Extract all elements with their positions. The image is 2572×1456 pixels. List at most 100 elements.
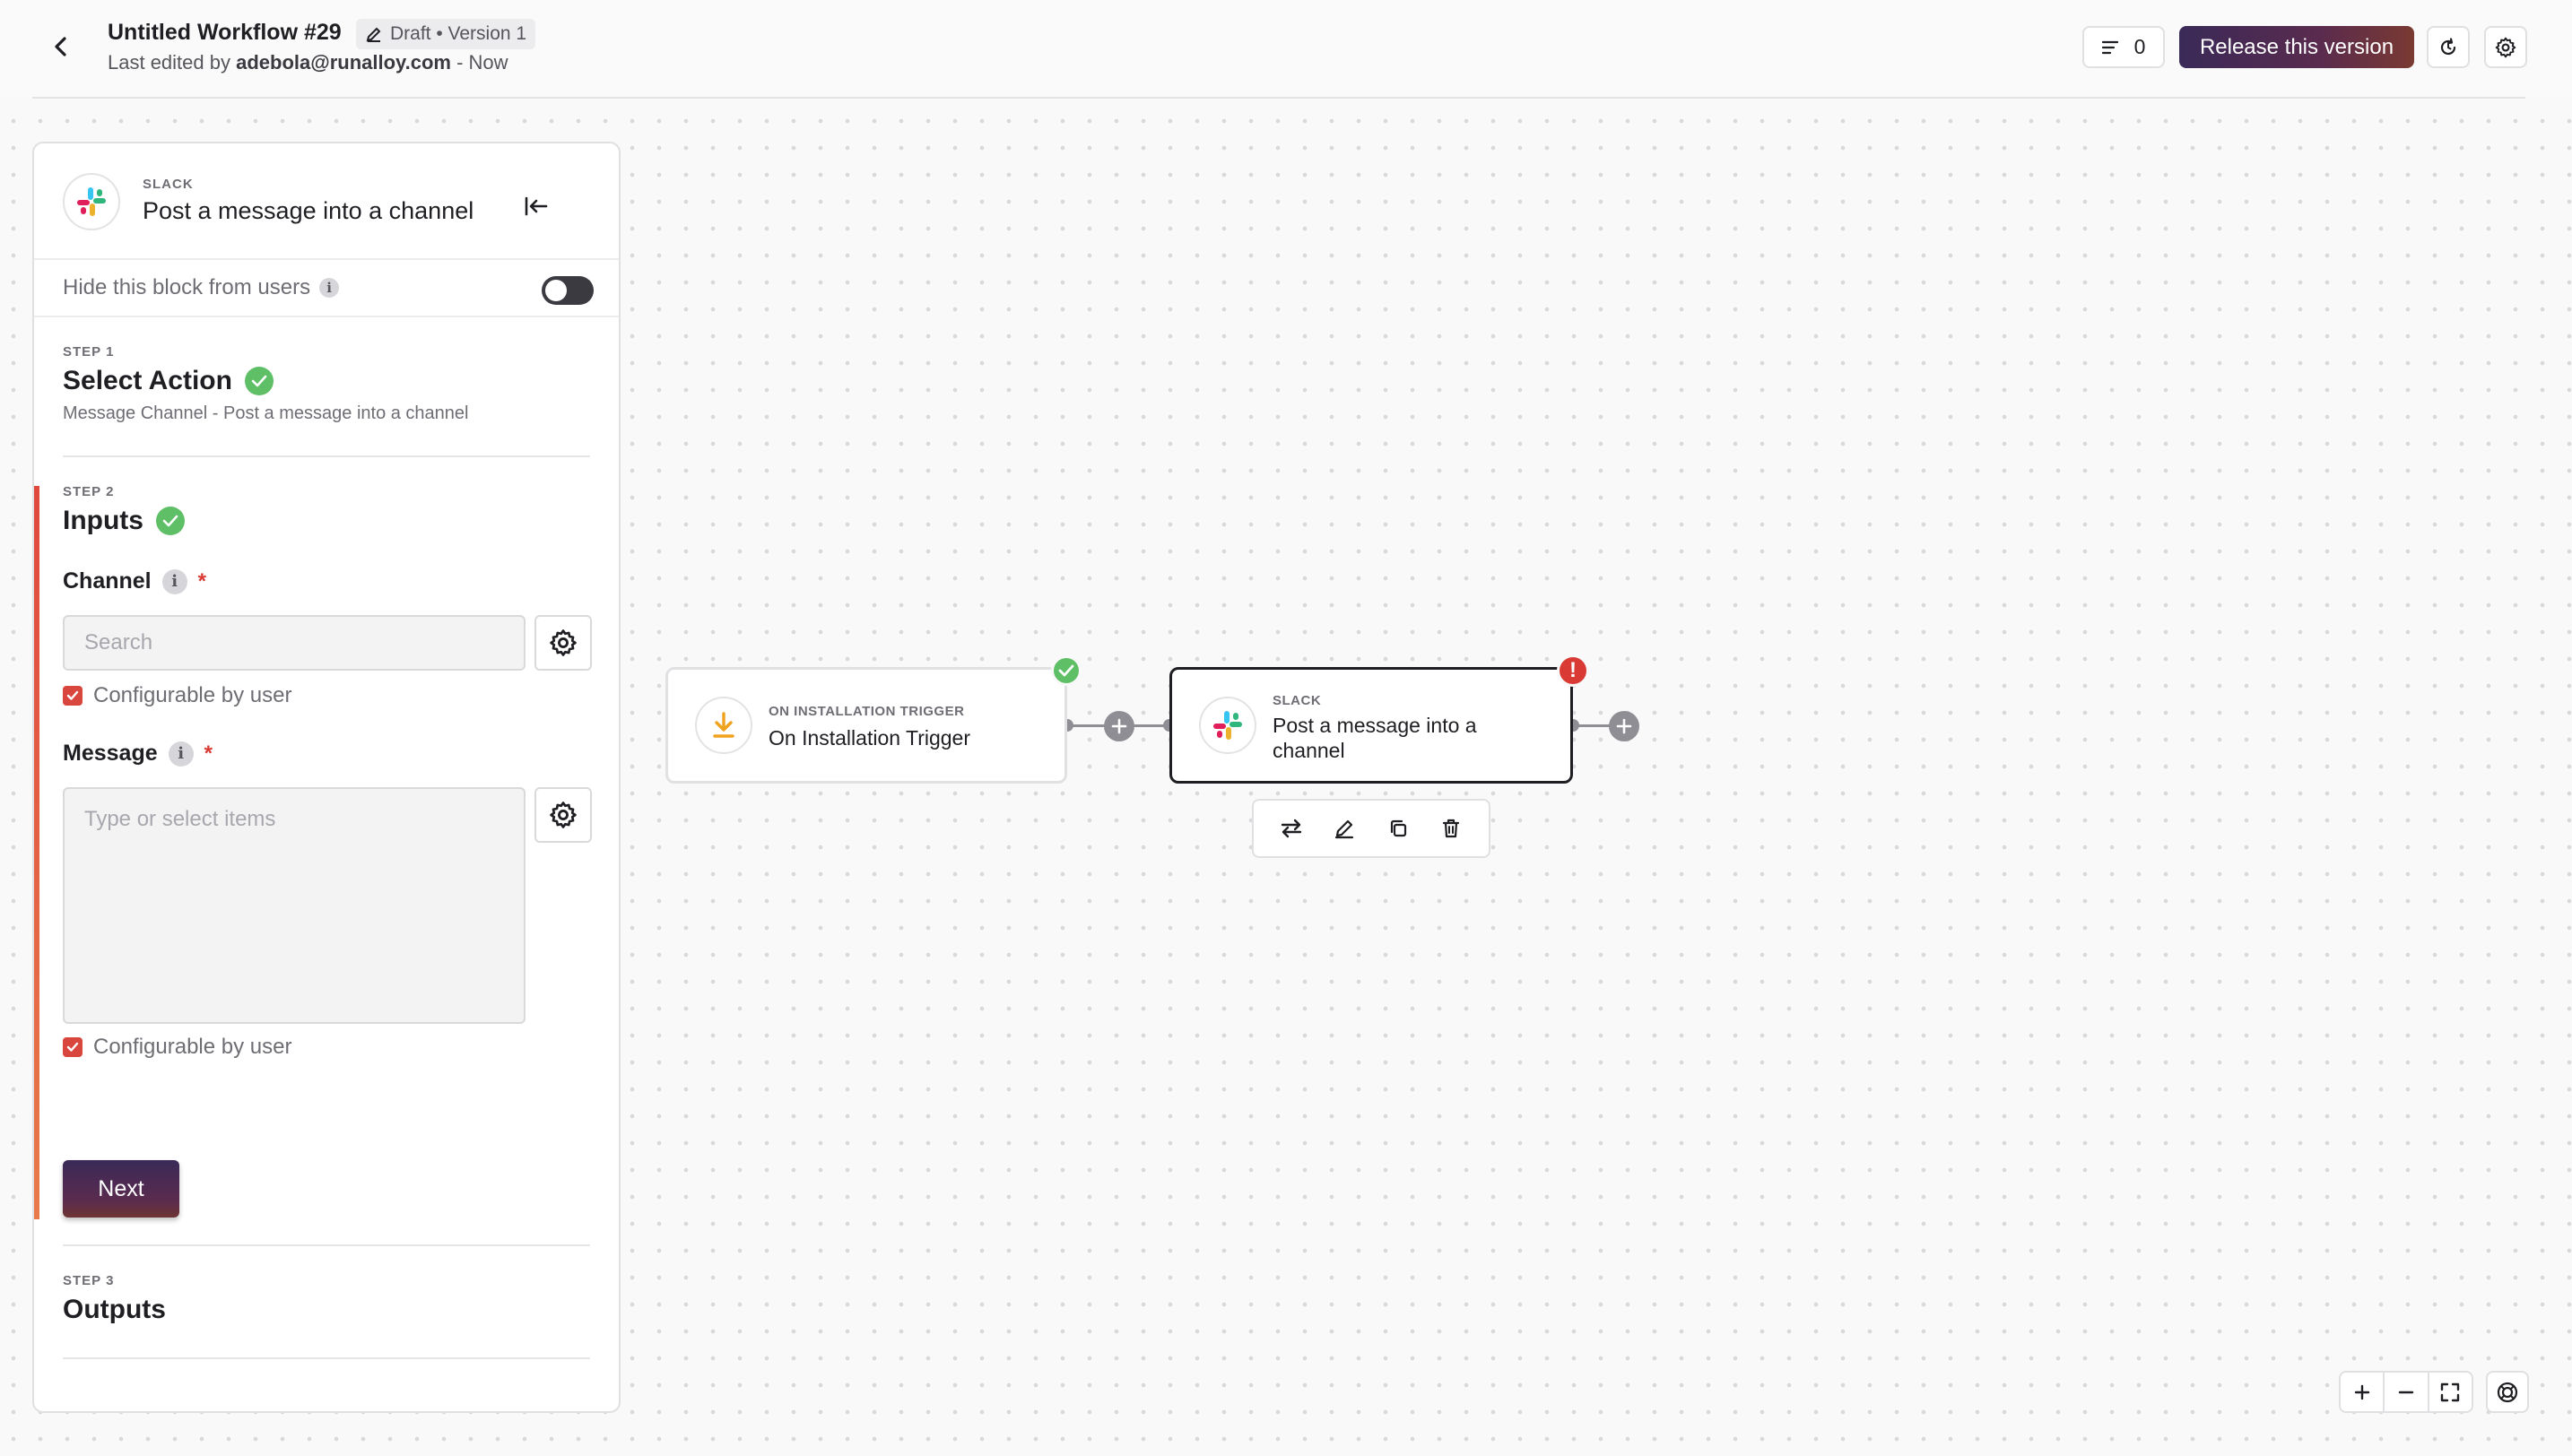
info-icon[interactable]: i [168, 741, 194, 767]
step3-title[interactable]: Outputs [63, 1295, 166, 1325]
block-config-panel: SLACK Post a message into a channel Hide… [32, 142, 621, 1413]
panel-title: Post a message into a channel [143, 197, 474, 224]
zoom-in-button[interactable] [2341, 1373, 2385, 1411]
collapse-left-icon [525, 196, 548, 216]
trigger-node-app: ON INSTALLATION TRIGGER [769, 704, 965, 719]
check-icon [244, 367, 274, 395]
hide-block-label: Hide this block from users i [63, 275, 340, 300]
delete-node-button[interactable] [1433, 810, 1469, 846]
slack-node-name-line2: channel [1273, 739, 1345, 762]
collapse-panel-button[interactable] [518, 188, 554, 224]
pencil-icon [366, 27, 381, 42]
last-edited-user: adebola@runalloy.com [236, 51, 451, 74]
swap-icon [1281, 819, 1301, 838]
center-view-button[interactable] [2486, 1371, 2529, 1413]
add-step-button[interactable] [1104, 711, 1134, 741]
channel-settings-button[interactable] [534, 615, 592, 671]
header-divider [32, 97, 2525, 99]
step2-label: STEP 2 [63, 484, 115, 499]
slack-icon [77, 187, 106, 216]
settings-button[interactable] [2484, 26, 2527, 68]
channel-search-input[interactable] [63, 615, 526, 671]
channel-label-text: Channel [63, 568, 152, 594]
step1-subtitle: Message Channel - Post a message into a … [63, 403, 469, 423]
trigger-node[interactable]: ON INSTALLATION TRIGGER On Installation … [665, 667, 1067, 784]
release-version-button[interactable]: Release this version [2179, 26, 2414, 68]
step1-label: STEP 1 [63, 344, 115, 360]
channel-configurable-row[interactable]: Configurable by user [63, 683, 291, 708]
plus-icon [1616, 718, 1632, 734]
hide-block-row: Hide this block from users i [34, 260, 619, 317]
duplicate-node-button[interactable] [1380, 810, 1416, 846]
step-divider [63, 1244, 590, 1246]
gear-icon [550, 802, 577, 828]
history-button[interactable] [2427, 26, 2470, 68]
message-input[interactable] [63, 787, 526, 1024]
back-button[interactable] [43, 29, 79, 65]
error-status-icon: ! [1557, 654, 1589, 687]
success-status-icon [1051, 655, 1082, 686]
slack-logo [1199, 697, 1256, 754]
slack-node-app: SLACK [1273, 693, 1322, 708]
swap-node-button[interactable] [1273, 810, 1309, 846]
active-step-accent [34, 486, 39, 1219]
step3-title-text: Outputs [63, 1295, 166, 1324]
hide-block-toggle[interactable] [542, 276, 594, 305]
top-header: Untitled Workflow #29 Draft • Version 1 … [0, 0, 2572, 97]
node-toolbar [1252, 799, 1490, 858]
step-divider [63, 455, 590, 457]
edit-node-button[interactable] [1326, 810, 1362, 846]
issues-list-button[interactable]: 0 [2082, 26, 2165, 68]
info-icon[interactable]: i [319, 278, 340, 298]
plus-icon [1111, 718, 1127, 734]
message-configurable-label: Configurable by user [93, 1035, 292, 1059]
last-edited-suffix: - Now [456, 51, 508, 74]
plus-icon [2354, 1384, 2369, 1400]
required-marker: * [204, 741, 213, 766]
channel-configurable-checkbox[interactable] [63, 686, 83, 706]
slack-node[interactable]: SLACK Post a message into a channel [1169, 667, 1573, 784]
trigger-node-name: On Installation Trigger [769, 726, 971, 750]
step1-title[interactable]: Select Action [63, 366, 274, 396]
copy-icon [1390, 819, 1406, 837]
pencil-icon [1335, 819, 1354, 839]
draft-badge-text: Draft • Version 1 [390, 23, 527, 44]
history-icon [2440, 37, 2456, 55]
slack-node-name-line1: Post a message into a [1273, 714, 1477, 737]
trash-icon [1443, 819, 1460, 838]
step2-title-text: Inputs [63, 506, 143, 535]
step3-label: STEP 3 [63, 1273, 115, 1288]
zoom-out-button[interactable] [2385, 1373, 2429, 1411]
issues-count: 0 [2133, 35, 2146, 58]
gear-icon [550, 629, 577, 656]
check-icon [156, 507, 185, 535]
workflow-title[interactable]: Untitled Workflow #29 [108, 20, 342, 46]
slack-icon [1213, 711, 1242, 740]
draft-version-badge[interactable]: Draft • Version 1 [356, 19, 536, 49]
last-edited: Last edited by adebola@runalloy.com - No… [108, 51, 508, 74]
list-icon [2101, 40, 2118, 54]
gear-icon [2495, 37, 2516, 57]
required-marker: * [197, 568, 206, 594]
chevron-left-icon [55, 37, 66, 56]
panel-app-name: SLACK [143, 177, 194, 192]
info-icon[interactable]: i [161, 568, 187, 594]
download-icon [695, 697, 752, 754]
add-step-button[interactable] [1609, 711, 1639, 741]
message-settings-button[interactable] [534, 787, 592, 843]
next-button[interactable]: Next [63, 1160, 179, 1218]
message-configurable-row[interactable]: Configurable by user [63, 1035, 291, 1060]
step2-title[interactable]: Inputs [63, 506, 185, 536]
step-divider [63, 1357, 590, 1359]
fullscreen-button[interactable] [2429, 1373, 2472, 1411]
message-label: Message i * [63, 741, 213, 767]
channel-configurable-label: Configurable by user [93, 683, 292, 707]
zoom-controls [2339, 1371, 2473, 1413]
hide-block-text: Hide this block from users [63, 275, 311, 299]
slack-logo [63, 173, 120, 230]
step1-title-text: Select Action [63, 366, 232, 395]
message-configurable-checkbox[interactable] [63, 1037, 83, 1057]
minus-icon [2398, 1391, 2414, 1393]
target-icon [2497, 1382, 2518, 1402]
last-edited-prefix: Last edited by [108, 51, 230, 74]
